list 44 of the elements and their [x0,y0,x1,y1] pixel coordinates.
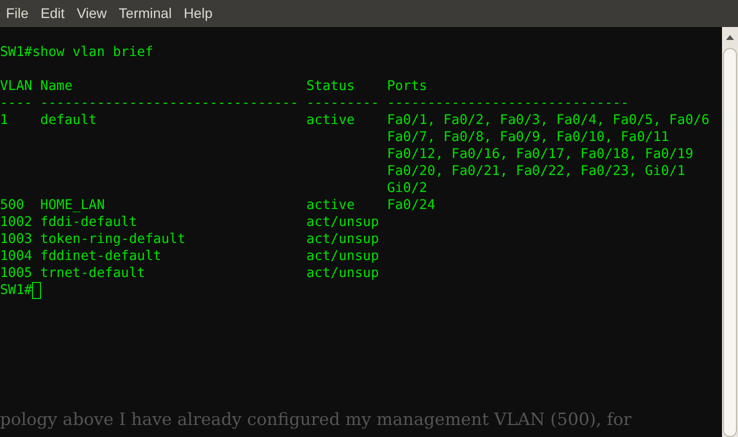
port-list: Gi0/2 [386,180,428,197]
cursor-icon [32,282,42,299]
vlan-id: 1005 [0,265,32,282]
command-line: SW1#show vlan brief [0,44,154,61]
vlan-id: 1004 [0,248,32,265]
vlan-status: act/unsup [306,231,379,248]
vlan-id: 1 [0,112,8,129]
column-header: VLAN [0,78,32,95]
port-list: Fa0/1, Fa0/2, Fa0/3, Fa0/4, Fa0/5, Fa0/6 [386,112,710,129]
column-header: Ports [386,78,428,95]
header-rule: -------------------------------- [40,95,298,112]
vlan-name: token-ring-default [40,231,186,248]
vlan-status: act/unsup [306,214,379,231]
vlan-name: HOME_LAN [40,197,105,214]
prompt: SW1# [0,282,32,299]
header-rule: ---- [0,95,32,112]
menu-item[interactable]: Edit [38,3,67,24]
scrollbar-thumb[interactable] [723,48,737,437]
vlan-id: 1002 [0,214,32,231]
background-text: pology above I have already configured my management VLAN (500), for [0,409,632,432]
vlan-name: fddinet-default [40,248,162,265]
column-header: Status [306,78,355,95]
vlan-id: 500 [0,197,24,214]
vlan-status: active [306,112,355,129]
vlan-name: fddi-default [40,214,138,231]
vlan-status: act/unsup [306,248,379,265]
port-list: Fa0/24 [386,197,436,214]
menu-item[interactable]: View [74,3,109,24]
header-rule: --------- [306,95,379,112]
scrollbar[interactable] [722,27,738,437]
port-list: Fa0/12, Fa0/16, Fa0/17, Fa0/18, Fa0/19 [386,146,694,163]
column-header: Name [40,78,73,95]
vlan-status: act/unsup [306,265,379,282]
port-list: Fa0/7, Fa0/8, Fa0/9, Fa0/10, Fa0/11 [386,129,670,146]
vlan-name: default [40,112,97,129]
port-list: Fa0/20, Fa0/21, Fa0/22, Fa0/23, Gi0/1 [386,163,686,180]
scroll-up-icon[interactable] [726,35,734,40]
vlan-status: active [306,197,355,214]
vlan-name: trnet-default [40,265,146,282]
menu-item[interactable]: Help [182,3,214,24]
menu-item[interactable]: Terminal [116,3,174,24]
vlan-id: 1003 [0,231,32,248]
header-rule: ------------------------------ [386,95,629,112]
menu-item[interactable]: File [4,3,31,24]
